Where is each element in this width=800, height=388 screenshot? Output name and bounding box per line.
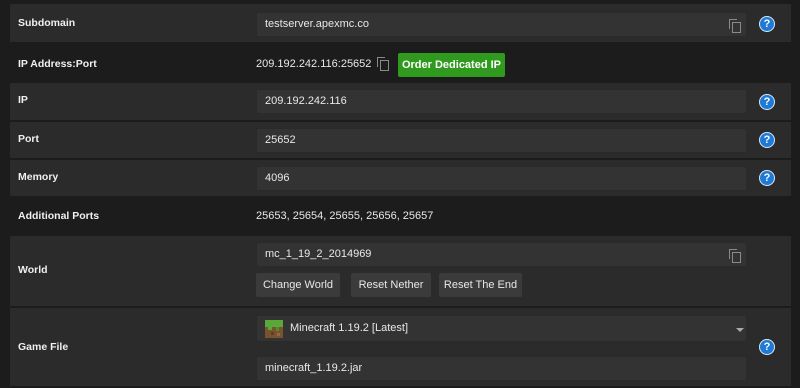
world-field[interactable]: mc_1_19_2_2014969 [256,242,747,267]
subdomain-field[interactable]: testserver.apexmc.co [256,12,747,37]
port-value: 25652 [265,134,296,146]
change-world-button[interactable]: Change World [256,273,340,297]
game-file-select[interactable]: Minecraft 1.19.2 [Latest] [256,315,747,342]
reset-the-end-button[interactable]: Reset The End [439,273,522,297]
additional-ports-value: 25653, 25654, 25655, 25656, 25657 [256,210,434,222]
help-icon[interactable]: ? [759,339,775,355]
memory-row: Memory 4096 ? [10,160,791,196]
copy-icon[interactable] [729,249,741,263]
ip-row: IP 209.192.242.116 ? [10,83,791,120]
ip-label: IP [18,94,28,106]
world-row: World mc_1_19_2_2014969 Change World Res… [10,236,791,306]
help-icon[interactable]: ? [759,170,775,186]
port-field[interactable]: 25652 [256,128,747,153]
subdomain-label: Subdomain [18,17,76,29]
subdomain-row: Subdomain testserver.apexmc.co ? [10,4,791,42]
game-file-jar-value: minecraft_1.19.2.jar [265,362,363,374]
world-value: mc_1_19_2_2014969 [265,248,372,260]
game-file-row: Game File Minecraft 1.19.2 [Latest] mine… [10,308,791,386]
additional-ports-row: Additional Ports 25653, 25654, 25655, 25… [10,198,791,234]
help-icon[interactable]: ? [759,94,775,110]
memory-field[interactable]: 4096 [256,166,747,191]
ip-port-value: 209.192.242.116:25652 [256,58,372,70]
ip-value: 209.192.242.116 [265,95,347,107]
game-file-jar-field[interactable]: minecraft_1.19.2.jar [256,356,747,381]
additional-ports-label: Additional Ports [18,210,100,222]
memory-value: 4096 [265,172,290,184]
minecraft-grass-block-icon [265,320,283,338]
memory-label: Memory [18,171,59,183]
help-icon[interactable]: ? [759,132,775,148]
world-label: World [18,264,48,276]
port-row: Port 25652 ? [10,122,791,158]
order-dedicated-ip-button[interactable]: Order Dedicated IP [398,53,505,77]
game-file-label: Game File [18,341,69,353]
copy-icon[interactable] [377,57,389,71]
port-label: Port [18,133,39,145]
game-file-selected: Minecraft 1.19.2 [Latest] [290,322,409,334]
help-icon[interactable]: ? [759,16,775,32]
ip-field[interactable]: 209.192.242.116 [256,89,747,114]
copy-icon[interactable] [729,19,741,33]
ip-port-row: IP Address:Port 209.192.242.116:25652 Or… [10,45,791,83]
reset-nether-button[interactable]: Reset Nether [351,273,431,297]
ip-port-label: IP Address:Port [18,58,97,70]
chevron-down-icon[interactable] [736,328,744,332]
subdomain-value: testserver.apexmc.co [265,18,369,30]
